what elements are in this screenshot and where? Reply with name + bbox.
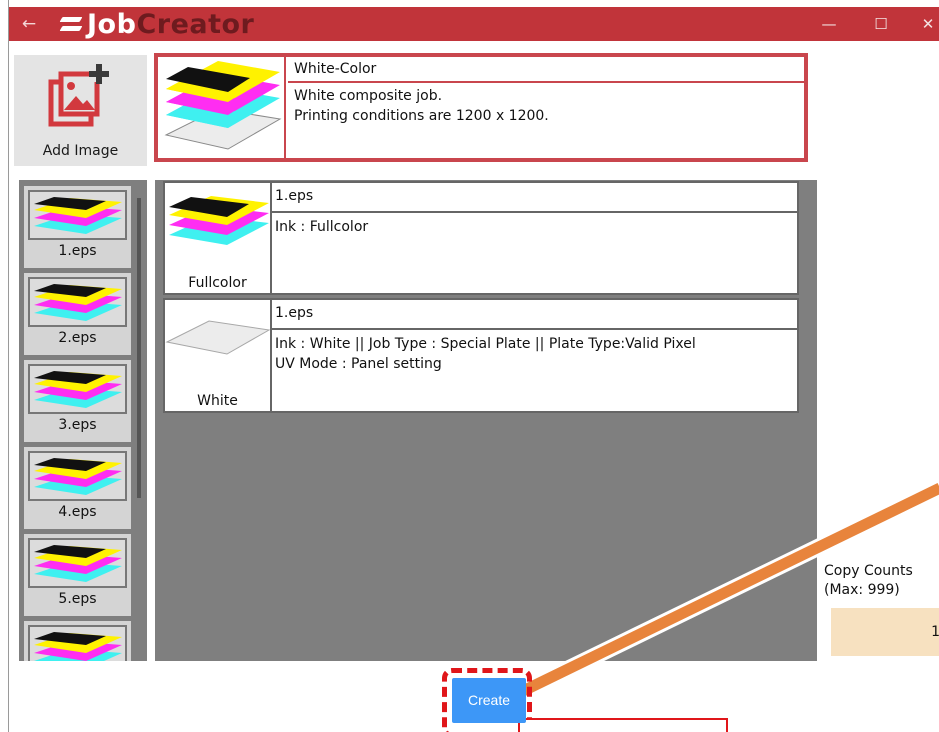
screenshot-root: ← Job Creator — ☐ ✕ Add Image White-Colo… [0, 0, 939, 732]
callout-box [518, 718, 728, 732]
create-button[interactable]: Create [452, 678, 526, 723]
app-window: ← Job Creator — ☐ ✕ Add Image White-Colo… [8, 0, 939, 732]
annotation-arrow [517, 480, 939, 700]
